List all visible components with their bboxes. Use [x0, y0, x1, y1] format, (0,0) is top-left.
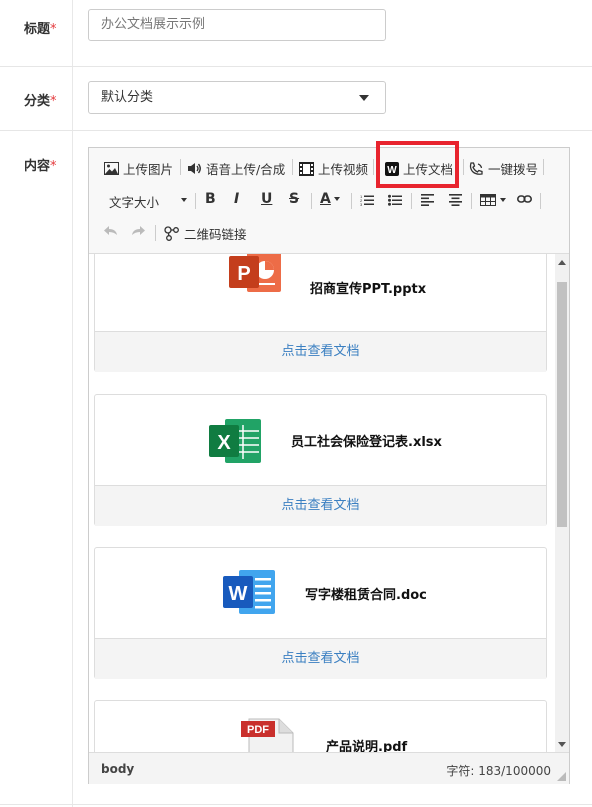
align-left-icon — [421, 194, 434, 206]
document-card: W 写字楼租赁合同.doc 点击查看文档 — [94, 547, 547, 679]
voice-upload-button[interactable]: 语音上传/合成 — [187, 159, 285, 178]
link-icon — [517, 195, 532, 203]
toolbar-separator — [351, 193, 352, 209]
redo-icon — [132, 226, 145, 235]
view-document-link[interactable]: 点击查看文档 — [95, 331, 546, 372]
toolbar-separator — [543, 159, 544, 175]
qrcode-link-button[interactable]: 二维码链接 — [164, 224, 247, 243]
table-button[interactable] — [480, 194, 506, 206]
share-nodes-icon — [164, 226, 179, 241]
excel-icon: X — [209, 419, 261, 463]
document-card-header: X 员工社会保险登记表.xlsx — [95, 395, 546, 486]
toolbar-separator — [180, 159, 181, 175]
scroll-up-icon[interactable] — [558, 260, 566, 265]
chevron-down-icon — [333, 197, 340, 201]
align-left-button[interactable] — [421, 194, 438, 206]
align-center-icon — [449, 194, 462, 206]
phone-icon — [469, 161, 483, 175]
bullet-list-icon — [388, 194, 402, 206]
undo-button[interactable] — [104, 226, 122, 236]
toolbar-separator — [311, 193, 312, 209]
document-card: P 招商宣传PPT.pptx 点击查看文档 — [94, 254, 547, 372]
editor-statusbar: body 字符: 183/100000 — [89, 752, 569, 784]
content-label: 内容* — [24, 159, 57, 174]
scrollbar-thumb[interactable] — [557, 282, 567, 527]
document-name: 写字楼租赁合同.doc — [305, 588, 427, 603]
view-document-link[interactable]: 点击查看文档 — [95, 638, 546, 679]
divider — [0, 130, 592, 131]
svg-text:PDF: PDF — [247, 724, 269, 736]
powerpoint-icon: P — [229, 254, 281, 292]
toolbar-separator — [471, 193, 472, 209]
ordered-list-button[interactable]: 123 — [360, 194, 378, 206]
resize-handle-icon[interactable] — [557, 772, 566, 781]
chevron-down-icon — [181, 198, 187, 202]
upload-video-button[interactable]: 上传视频 — [299, 159, 368, 178]
divider — [0, 804, 592, 805]
editor-toolbar: 上传图片 语音上传/合成 上传视频 W 上传文档 一键拨号 文字大小 B I U… — [89, 141, 569, 254]
document-name: 产品说明.pdf — [326, 740, 408, 752]
rich-text-editor[interactable]: 上传图片 语音上传/合成 上传视频 W 上传文档 一键拨号 文字大小 B I U… — [88, 141, 570, 784]
document-card-header: W 写字楼租赁合同.doc — [95, 548, 546, 639]
bold-button[interactable]: B — [205, 191, 216, 207]
bullet-list-button[interactable] — [388, 194, 406, 206]
chevron-down-icon — [500, 198, 506, 202]
upload-document-highlight — [376, 141, 459, 188]
category-value: 默认分类 — [101, 90, 154, 105]
toolbar-separator — [195, 193, 196, 209]
svg-text:W: W — [229, 583, 248, 605]
image-icon — [104, 162, 119, 175]
element-path[interactable]: body — [101, 762, 134, 776]
title-input[interactable]: 办公文档展示示例 — [88, 9, 386, 41]
toolbar-separator — [155, 225, 156, 241]
word-icon: W — [223, 570, 275, 614]
svg-text:3: 3 — [360, 202, 363, 206]
scroll-down-icon[interactable] — [558, 742, 566, 747]
font-size-dropdown[interactable]: 文字大小 — [109, 192, 187, 211]
view-document-link[interactable]: 点击查看文档 — [95, 485, 546, 526]
toolbar-separator — [411, 193, 412, 209]
category-select[interactable]: 默认分类 — [88, 81, 386, 114]
ordered-list-icon: 123 — [360, 194, 374, 206]
category-label: 分类* — [24, 94, 57, 109]
film-icon — [299, 161, 314, 176]
toolbar-separator — [373, 159, 374, 175]
char-count: 字符: 183/100000 — [446, 764, 551, 778]
title-label: 标题* — [24, 22, 57, 37]
document-name: 招商宣传PPT.pptx — [310, 282, 427, 297]
upload-image-button[interactable]: 上传图片 — [104, 159, 173, 178]
editor-content[interactable]: P 招商宣传PPT.pptx 点击查看文档 X 员工社会保险登记表.xlsx 点… — [89, 254, 555, 752]
table-icon — [480, 194, 496, 206]
pdf-icon: PDF — [241, 718, 294, 752]
underline-button[interactable]: U — [261, 191, 272, 207]
document-card: X 员工社会保险登记表.xlsx 点击查看文档 — [94, 394, 547, 526]
undo-icon — [104, 226, 117, 235]
svg-text:X: X — [217, 432, 231, 454]
strikethrough-button[interactable]: S — [289, 191, 299, 207]
redo-button[interactable] — [131, 226, 149, 236]
speaker-icon — [188, 163, 201, 174]
toolbar-separator — [463, 159, 464, 175]
document-name: 员工社会保险登记表.xlsx — [291, 435, 442, 450]
document-card-header: P 招商宣传PPT.pptx — [95, 254, 546, 323]
font-color-button[interactable]: A — [320, 191, 340, 207]
link-button[interactable] — [517, 194, 536, 204]
svg-text:P: P — [237, 263, 250, 285]
document-card-header: PDF 产品说明.pdf — [95, 701, 546, 752]
editor-scrollbar[interactable] — [555, 254, 569, 752]
align-center-button[interactable] — [449, 194, 466, 206]
one-click-dial-button[interactable]: 一键拨号 — [469, 159, 538, 178]
toolbar-separator — [292, 159, 293, 175]
toolbar-separator — [540, 193, 541, 209]
chevron-down-icon — [359, 95, 369, 101]
document-card: PDF 产品说明.pdf — [94, 700, 547, 752]
divider — [0, 66, 592, 67]
italic-button[interactable]: I — [234, 191, 239, 207]
label-column — [0, 0, 73, 807]
